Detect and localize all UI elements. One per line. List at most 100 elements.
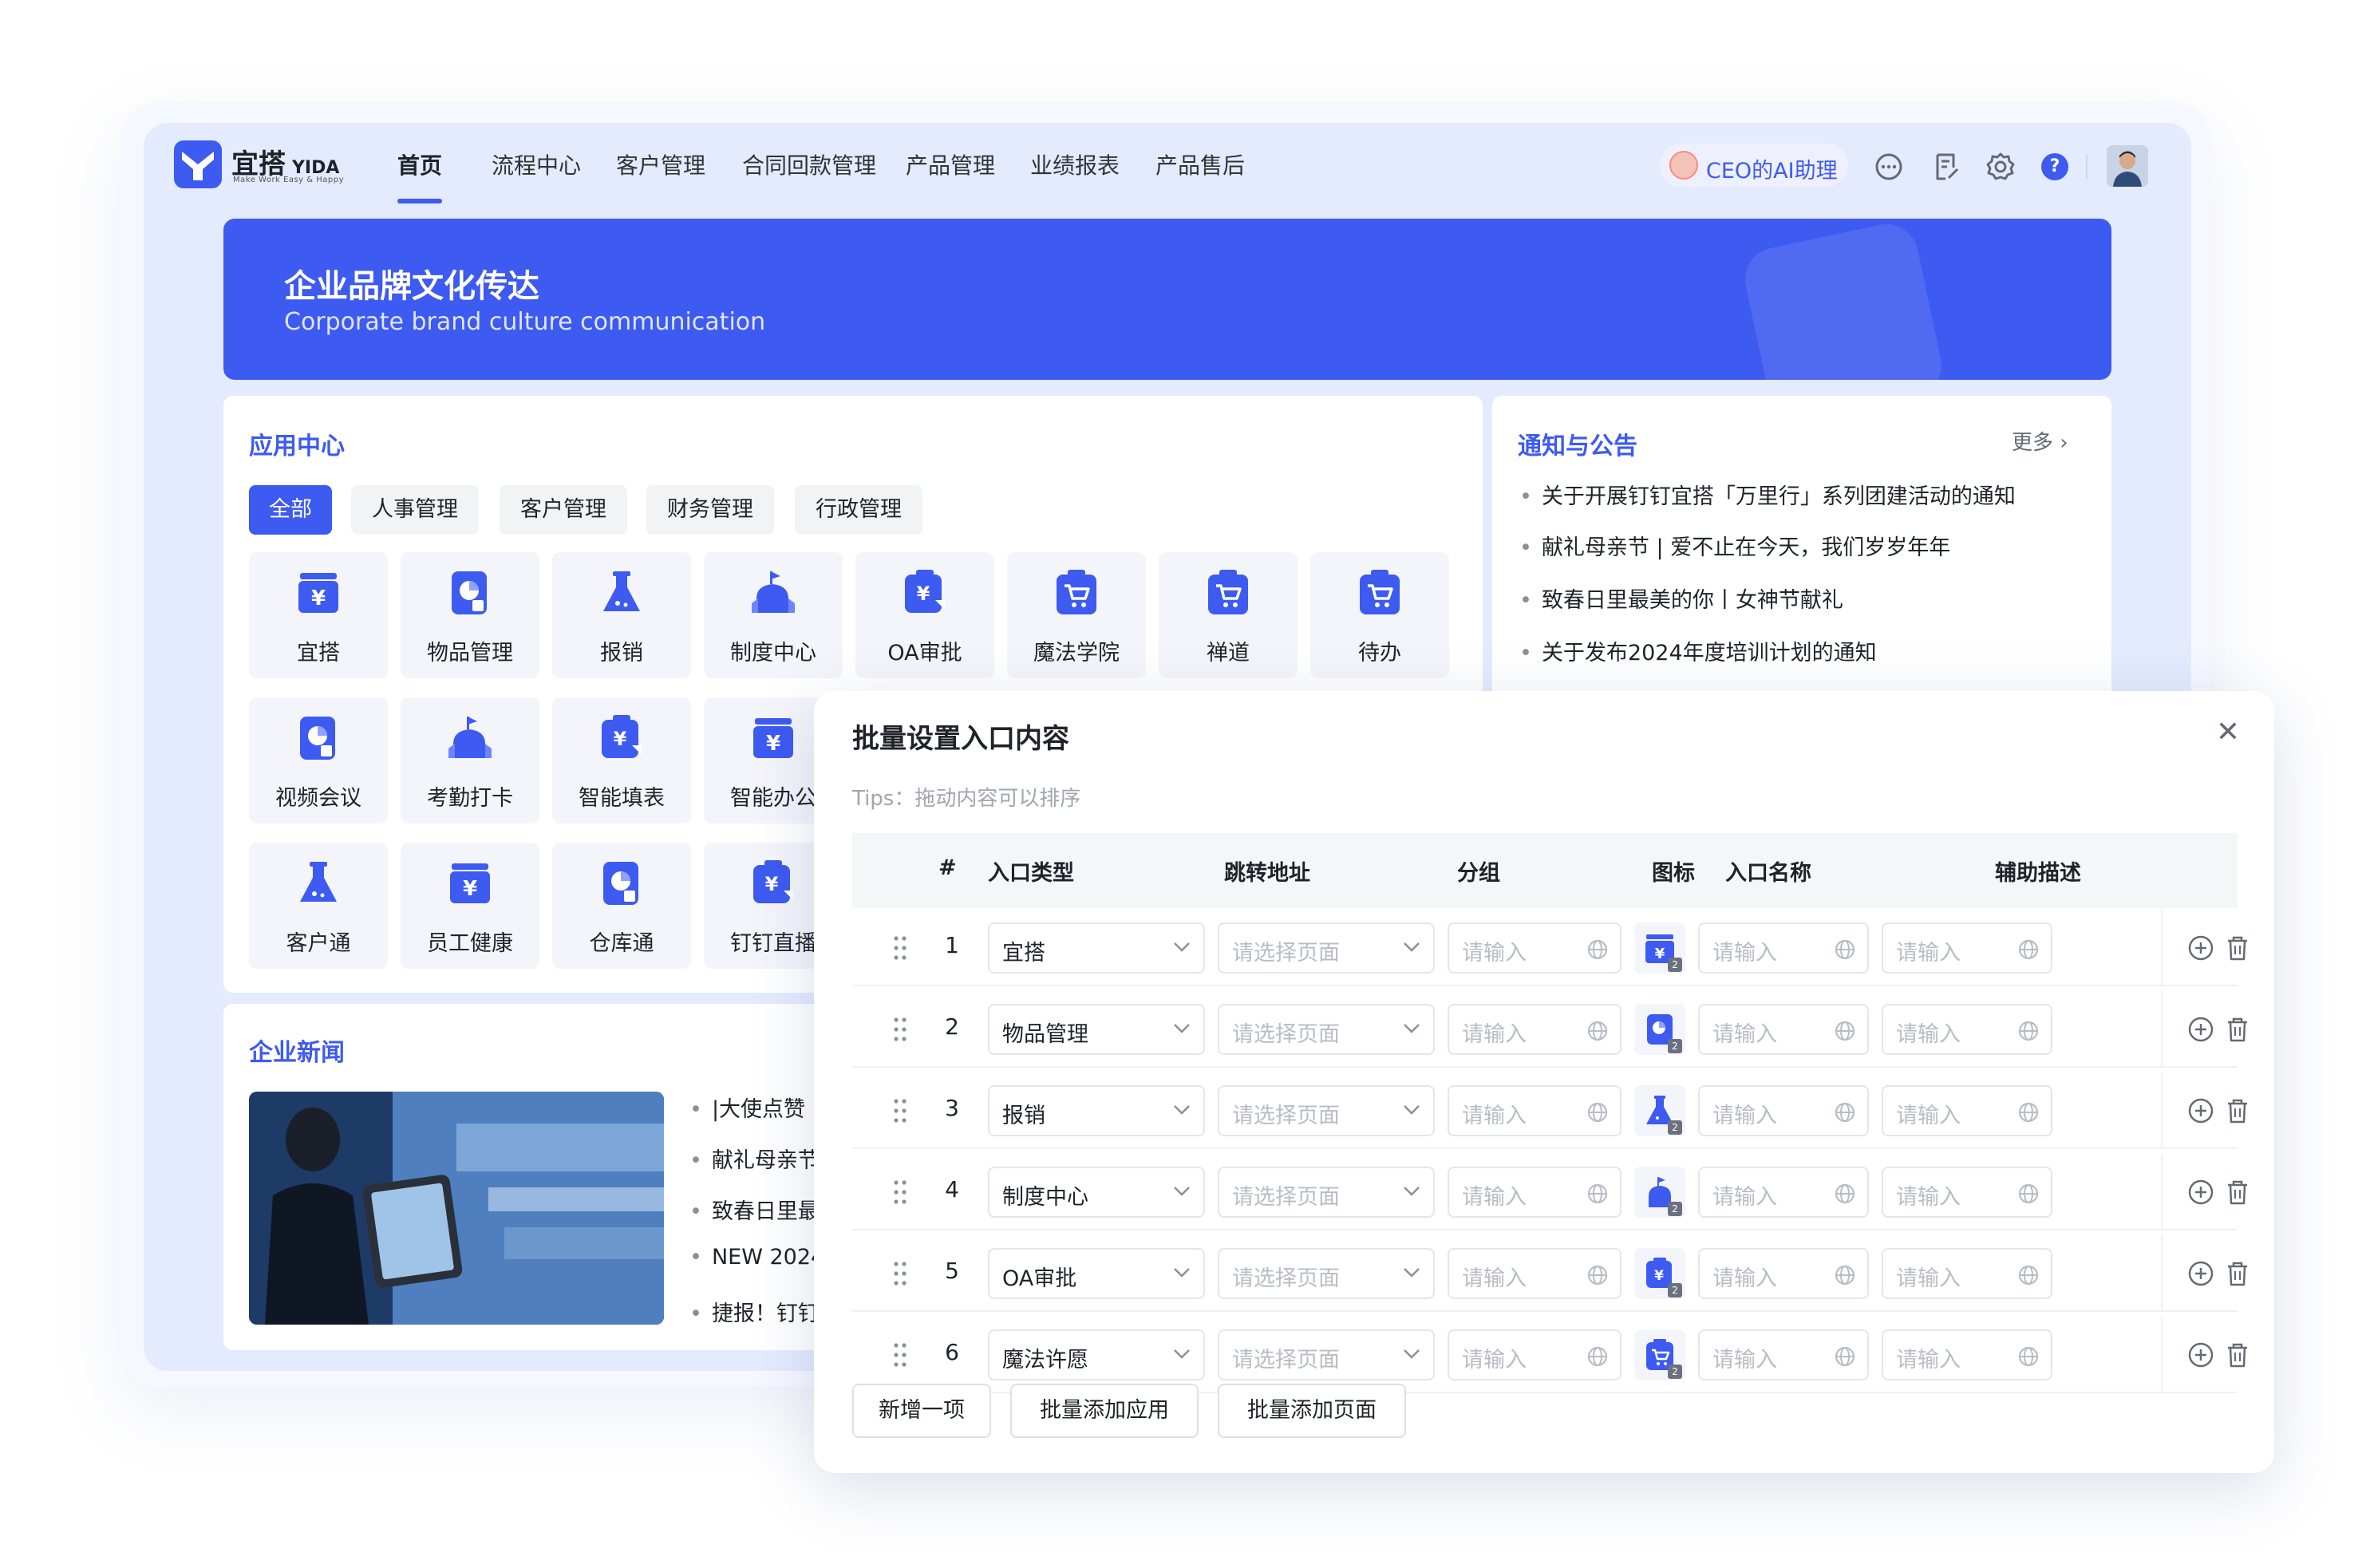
- globe-icon[interactable]: [2017, 1101, 2040, 1124]
- entry-name-input[interactable]: 请输入: [1698, 1167, 1869, 1218]
- icon-picker[interactable]: ¥ 2: [1634, 922, 1685, 974]
- gear-icon[interactable]: [1985, 152, 2016, 182]
- group-input[interactable]: 请输入: [1448, 1004, 1621, 1055]
- add-circle-icon[interactable]: [2186, 1341, 2215, 1369]
- icon-picker[interactable]: 2: [1634, 1329, 1685, 1380]
- add-circle-icon[interactable]: [2186, 1096, 2215, 1125]
- document-edit-icon[interactable]: [1931, 152, 1961, 182]
- app-tile-yida[interactable]: ¥ 宜搭: [249, 552, 388, 678]
- news-image[interactable]: [249, 1092, 664, 1325]
- group-input[interactable]: 请输入: [1448, 922, 1621, 974]
- globe-icon[interactable]: [1834, 1020, 1856, 1042]
- globe-icon[interactable]: [1586, 938, 1609, 961]
- globe-icon[interactable]: [1834, 938, 1856, 961]
- entry-name-input[interactable]: 请输入: [1698, 1085, 1869, 1136]
- icon-picker[interactable]: ¥ 2: [1634, 1248, 1685, 1299]
- trash-icon[interactable]: [2223, 1259, 2252, 1288]
- entry-type-select[interactable]: 报销: [988, 1085, 1205, 1136]
- app-tile-oa-approval[interactable]: ¥ OA审批: [855, 552, 994, 678]
- globe-icon[interactable]: [1586, 1020, 1609, 1042]
- tab-all[interactable]: 全部: [249, 485, 332, 535]
- globe-icon[interactable]: [1834, 1264, 1856, 1286]
- description-input[interactable]: 请输入: [1882, 1329, 2052, 1380]
- globe-icon[interactable]: [2017, 1264, 2040, 1286]
- target-page-select[interactable]: 请选择页面: [1218, 1329, 1435, 1380]
- trash-icon[interactable]: [2223, 934, 2252, 962]
- nav-contract-payment[interactable]: 合同回款管理: [742, 148, 876, 180]
- app-tile-zentao[interactable]: 禅道: [1159, 552, 1298, 678]
- entry-name-input[interactable]: 请输入: [1698, 1248, 1869, 1299]
- notice-item[interactable]: 关于开展钉钉宜搭「万里行」系列团建活动的通知: [1519, 479, 2016, 510]
- nav-after-sales[interactable]: 产品售后: [1155, 148, 1245, 180]
- description-input[interactable]: 请输入: [1882, 1248, 2052, 1299]
- icon-picker[interactable]: 2: [1634, 1085, 1685, 1136]
- entry-type-select[interactable]: 魔法许愿: [988, 1329, 1205, 1380]
- chat-icon[interactable]: [1874, 152, 1904, 182]
- entry-name-input[interactable]: 请输入: [1698, 922, 1869, 974]
- entry-type-select[interactable]: 物品管理: [988, 1004, 1205, 1055]
- description-input[interactable]: 请输入: [1882, 1167, 2052, 1218]
- globe-icon[interactable]: [2017, 1020, 2040, 1042]
- globe-icon[interactable]: [1586, 1183, 1609, 1205]
- entry-name-input[interactable]: 请输入: [1698, 1329, 1869, 1380]
- app-tile-policy-center[interactable]: 制度中心: [704, 552, 843, 678]
- entry-name-input[interactable]: 请输入: [1698, 1004, 1869, 1055]
- drag-handle-icon[interactable]: [892, 1015, 908, 1044]
- group-input[interactable]: 请输入: [1448, 1329, 1621, 1380]
- batch-add-app-button[interactable]: 批量添加应用: [1010, 1384, 1199, 1438]
- nav-process-center[interactable]: 流程中心: [492, 148, 581, 180]
- app-tile-warehouse[interactable]: 仓库通: [552, 843, 691, 969]
- group-input[interactable]: 请输入: [1448, 1085, 1621, 1136]
- app-tile-magic-academy[interactable]: 魔法学院: [1007, 552, 1146, 678]
- drag-handle-icon[interactable]: [892, 1096, 908, 1125]
- entry-type-select[interactable]: 制度中心: [988, 1167, 1205, 1218]
- app-tile-customer-link[interactable]: 客户通: [249, 843, 388, 969]
- nav-customer-mgmt[interactable]: 客户管理: [616, 148, 705, 180]
- group-input[interactable]: 请输入: [1448, 1248, 1621, 1299]
- trash-icon[interactable]: [2223, 1015, 2252, 1044]
- trash-icon[interactable]: [2223, 1096, 2252, 1125]
- globe-icon[interactable]: [1586, 1345, 1609, 1368]
- tab-hr[interactable]: 人事管理: [351, 485, 479, 535]
- add-one-button[interactable]: 新增一项: [852, 1384, 991, 1438]
- target-page-select[interactable]: 请选择页面: [1218, 1004, 1435, 1055]
- more-link[interactable]: 更多 ›: [2012, 426, 2068, 456]
- globe-icon[interactable]: [1834, 1345, 1856, 1368]
- globe-icon[interactable]: [2017, 938, 2040, 961]
- news-item[interactable]: NEW 2024: [689, 1245, 824, 1270]
- tab-finance[interactable]: 财务管理: [646, 485, 774, 535]
- news-item[interactable]: 捷报！钉钉: [689, 1296, 820, 1327]
- batch-add-page-button[interactable]: 批量添加页面: [1218, 1384, 1406, 1438]
- drag-handle-icon[interactable]: [892, 1259, 908, 1288]
- trash-icon[interactable]: [2223, 1178, 2252, 1207]
- globe-icon[interactable]: [1834, 1183, 1856, 1205]
- drag-handle-icon[interactable]: [892, 1341, 908, 1369]
- app-tile-attendance[interactable]: 考勤打卡: [401, 697, 539, 823]
- globe-icon[interactable]: [2017, 1345, 2040, 1368]
- globe-icon[interactable]: [1586, 1101, 1609, 1124]
- tab-customer[interactable]: 客户管理: [500, 485, 627, 535]
- tab-admin[interactable]: 行政管理: [795, 485, 922, 535]
- entry-type-select[interactable]: OA审批: [988, 1248, 1205, 1299]
- description-input[interactable]: 请输入: [1882, 1004, 2052, 1055]
- add-circle-icon[interactable]: [2186, 1015, 2215, 1044]
- drag-handle-icon[interactable]: [892, 934, 908, 962]
- add-circle-icon[interactable]: [2186, 1178, 2215, 1207]
- target-page-select[interactable]: 请选择页面: [1218, 1167, 1435, 1218]
- close-icon[interactable]: ✕: [2210, 715, 2246, 750]
- user-avatar[interactable]: [2107, 145, 2148, 187]
- app-tile-smart-form[interactable]: ¥ 智能填表: [552, 697, 691, 823]
- app-tile-reimburse[interactable]: 报销: [552, 552, 691, 678]
- nav-home[interactable]: 首页: [397, 148, 442, 180]
- news-item[interactable]: 献礼母亲节: [689, 1143, 820, 1174]
- nav-performance-report[interactable]: 业绩报表: [1030, 148, 1120, 180]
- description-input[interactable]: 请输入: [1882, 1085, 2052, 1136]
- ai-assistant-button[interactable]: CEO的AI助理: [1660, 144, 1848, 187]
- trash-icon[interactable]: [2223, 1341, 2252, 1369]
- icon-picker[interactable]: 2: [1634, 1004, 1685, 1055]
- entry-type-select[interactable]: 宜搭: [988, 922, 1205, 974]
- nav-product-mgmt[interactable]: 产品管理: [906, 148, 995, 180]
- notice-item[interactable]: 致春日里最美的你丨女神节献礼: [1519, 583, 1843, 614]
- app-tile-employee-health[interactable]: ¥ 员工健康: [401, 843, 539, 969]
- app-tile-todo[interactable]: 待办: [1310, 552, 1449, 678]
